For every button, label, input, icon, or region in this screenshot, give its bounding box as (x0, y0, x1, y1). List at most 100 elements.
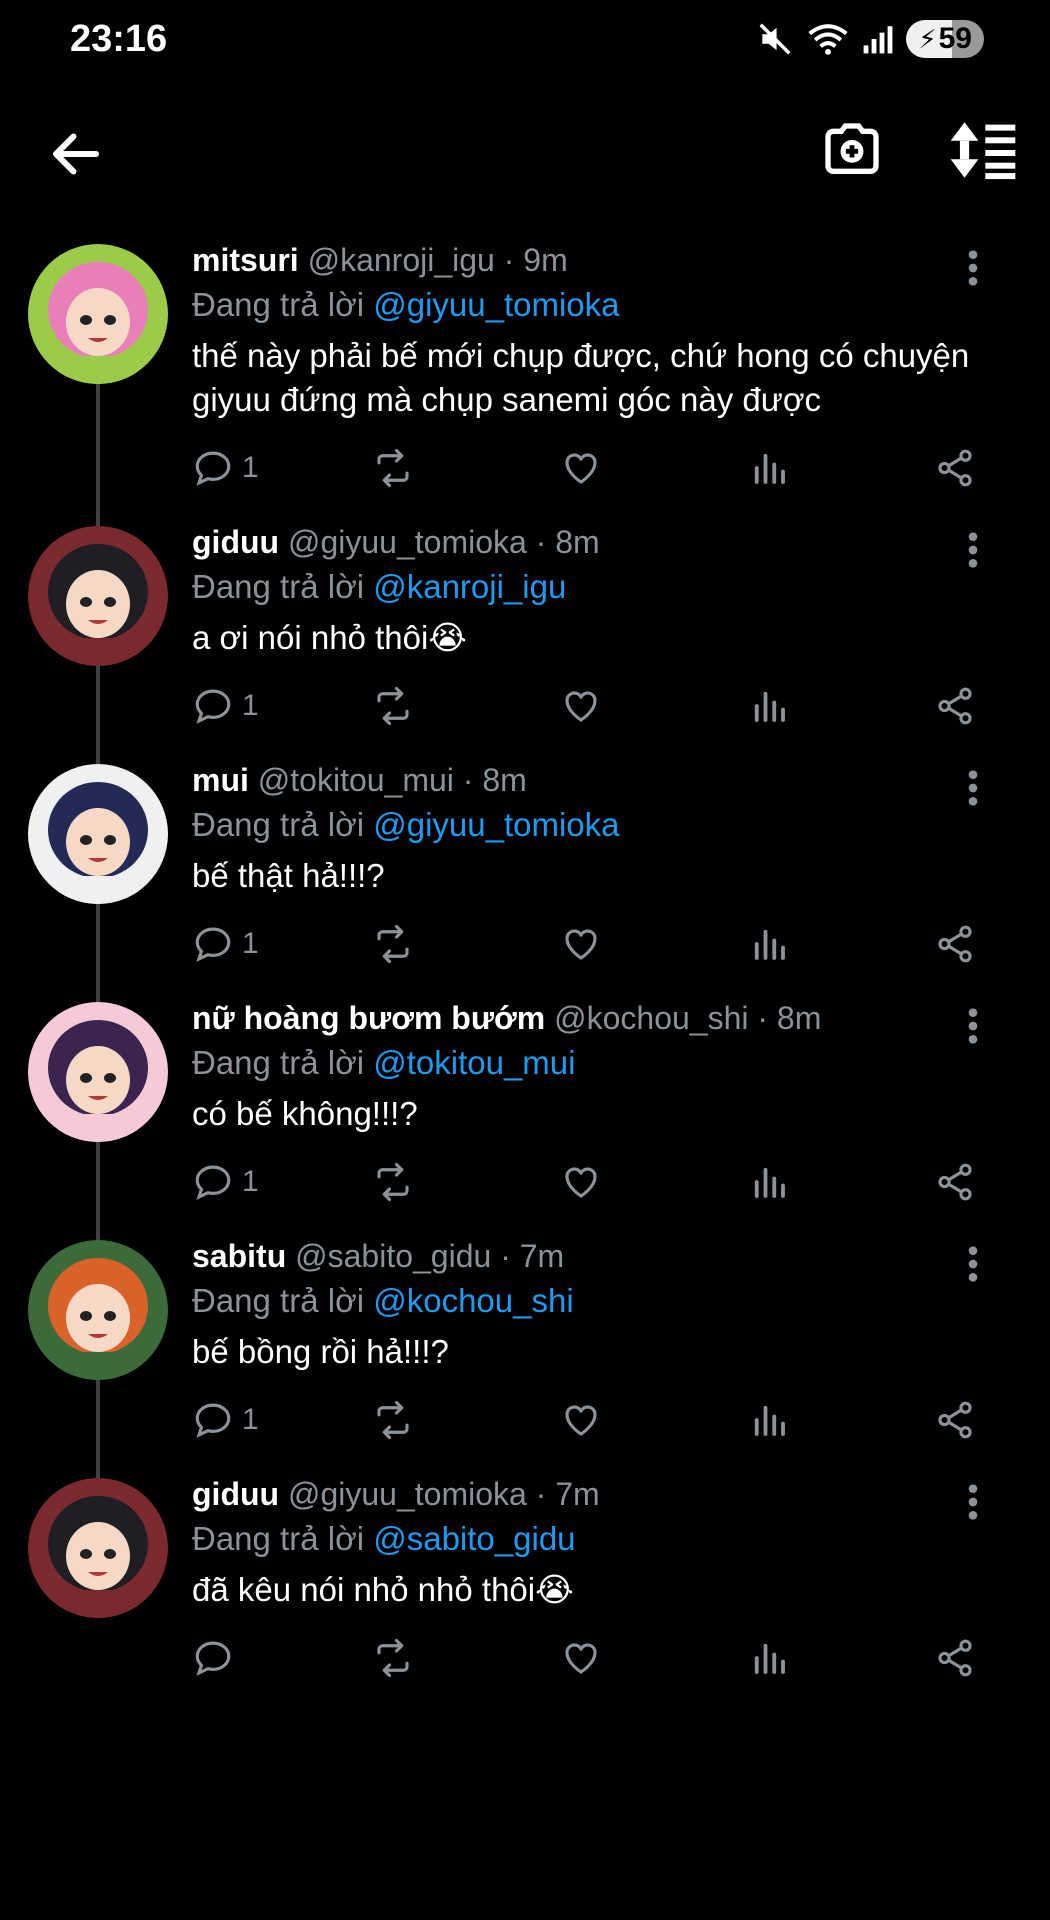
more-vertical-icon (968, 1008, 978, 1044)
reply-content: sabitu @sabito_gidu · 7m Đang trả lời @k… (192, 1234, 1012, 1440)
more-options-button[interactable] (958, 248, 988, 288)
reply-count: 1 (242, 1165, 259, 1198)
handle-and-time: @tokitou_mui · 8m (257, 762, 527, 798)
more-options-button[interactable] (958, 1482, 988, 1522)
like-button[interactable] (560, 1390, 602, 1450)
avatar[interactable] (28, 764, 168, 904)
replying-to-mention[interactable]: @kanroji_igu (373, 568, 566, 605)
reply-button[interactable]: 1 (192, 914, 259, 974)
more-vertical-icon (968, 250, 978, 286)
reply-item[interactable]: giduu @giyuu_tomioka · 7m Đang trả lời @… (0, 1472, 1050, 1710)
reply-button[interactable]: 1 (192, 438, 259, 498)
avatar[interactable] (28, 244, 168, 384)
reply-item[interactable]: sabitu @sabito_gidu · 7m Đang trả lời @k… (0, 1234, 1050, 1478)
replying-to-mention[interactable]: @giyuu_tomioka (373, 806, 619, 843)
replying-to-label: Đang trả lời (192, 1520, 365, 1557)
retweet-button[interactable] (372, 438, 414, 498)
replying-to-label: Đang trả lời (192, 286, 365, 323)
avatar[interactable] (28, 1478, 168, 1618)
reply-header: mui @tokitou_mui · 8m (192, 758, 1012, 802)
more-options-button[interactable] (958, 1244, 988, 1284)
like-button[interactable] (560, 914, 602, 974)
reply-header: nữ hoàng bươm bướm @kochou_shi · 8m (192, 996, 1012, 1040)
avatar[interactable] (28, 1240, 168, 1380)
action-bar: 1 (192, 1152, 1012, 1212)
back-button[interactable] (46, 124, 106, 184)
reply-text: thế này phải bế mới chụp được, chứ hong … (192, 337, 970, 418)
views-button[interactable] (748, 1628, 790, 1688)
avatar[interactable] (28, 526, 168, 666)
views-button[interactable] (748, 1152, 790, 1212)
reply-item[interactable]: nữ hoàng bươm bướm @kochou_shi · 8m Đang… (0, 996, 1050, 1240)
reply-item[interactable]: mitsuri @kanroji_igu · 9m Đang trả lời @… (0, 238, 1050, 526)
display-name[interactable]: nữ hoàng bươm bướm (192, 1000, 545, 1036)
more-options-button[interactable] (958, 530, 988, 570)
like-button[interactable] (560, 1628, 602, 1688)
heart-icon (565, 929, 597, 960)
views-button[interactable] (748, 438, 790, 498)
status-time: 23:16 (70, 18, 168, 60)
reply-text: có bế không!!!? (192, 1095, 418, 1132)
share-button[interactable] (934, 438, 976, 498)
reply-button[interactable] (192, 1628, 242, 1688)
analytics-icon (754, 691, 785, 722)
avatar[interactable] (28, 1002, 168, 1142)
retweet-button[interactable] (372, 676, 414, 736)
share-button[interactable] (934, 914, 976, 974)
sort-icon (950, 122, 1016, 180)
heart-icon (565, 1167, 597, 1198)
display-name[interactable]: mitsuri (192, 242, 299, 278)
retweet-icon (377, 924, 409, 964)
reply-button[interactable]: 1 (192, 676, 259, 736)
replying-to-mention[interactable]: @giyuu_tomioka (373, 286, 619, 323)
share-icon (938, 1163, 972, 1201)
reply-button[interactable]: 1 (192, 1390, 259, 1450)
replying-to-mention[interactable]: @tokitou_mui (373, 1044, 575, 1081)
replying-to-mention[interactable]: @sabito_gidu (373, 1520, 575, 1557)
sort-button[interactable] (948, 120, 1018, 180)
display-name[interactable]: giduu (192, 1476, 279, 1512)
handle-and-time: @kochou_shi · 8m (554, 1000, 822, 1036)
share-button[interactable] (934, 1390, 976, 1450)
share-button[interactable] (934, 1628, 976, 1688)
views-button[interactable] (748, 676, 790, 736)
retweet-button[interactable] (372, 1390, 414, 1450)
like-button[interactable] (560, 676, 602, 736)
analytics-icon (754, 1405, 785, 1436)
handle-and-time: @giyuu_tomioka · 7m (287, 1476, 600, 1512)
thread-connector-line (96, 660, 100, 764)
analytics-icon (754, 1167, 785, 1198)
like-button[interactable] (560, 1152, 602, 1212)
views-button[interactable] (748, 1390, 790, 1450)
reply-button[interactable]: 1 (192, 1152, 259, 1212)
like-button[interactable] (560, 438, 602, 498)
share-icon (938, 449, 972, 487)
display-name[interactable]: giduu (192, 524, 279, 560)
more-vertical-icon (968, 1246, 978, 1282)
share-button[interactable] (934, 676, 976, 736)
retweet-button[interactable] (372, 1152, 414, 1212)
retweet-icon (377, 1638, 409, 1678)
retweet-icon (377, 1162, 409, 1202)
more-options-button[interactable] (958, 768, 988, 808)
retweet-button[interactable] (372, 914, 414, 974)
reply-item[interactable]: mui @tokitou_mui · 8m Đang trả lời @giyu… (0, 758, 1050, 1002)
mute-icon (759, 23, 791, 55)
avatar-image (28, 764, 168, 904)
display-name[interactable]: sabitu (192, 1238, 286, 1274)
analytics-icon (754, 453, 785, 484)
retweet-button[interactable] (372, 1628, 414, 1688)
share-button[interactable] (934, 1152, 976, 1212)
reply-content: giduu @giyuu_tomioka · 7m Đang trả lời @… (192, 1472, 1012, 1678)
screenshot-button[interactable] (820, 118, 884, 182)
reply-item[interactable]: giduu @giyuu_tomioka · 8m Đang trả lời @… (0, 520, 1050, 764)
views-button[interactable] (748, 914, 790, 974)
reply-text: a ơi nói nhỏ thôi😭 (192, 619, 467, 656)
more-options-button[interactable] (958, 1006, 988, 1046)
display-name[interactable]: mui (192, 762, 249, 798)
retweet-icon (377, 448, 409, 488)
comment-icon (195, 1165, 231, 1200)
replying-to-mention[interactable]: @kochou_shi (373, 1282, 573, 1319)
analytics-icon (754, 929, 785, 960)
handle-and-time: @sabito_gidu · 7m (295, 1238, 565, 1274)
